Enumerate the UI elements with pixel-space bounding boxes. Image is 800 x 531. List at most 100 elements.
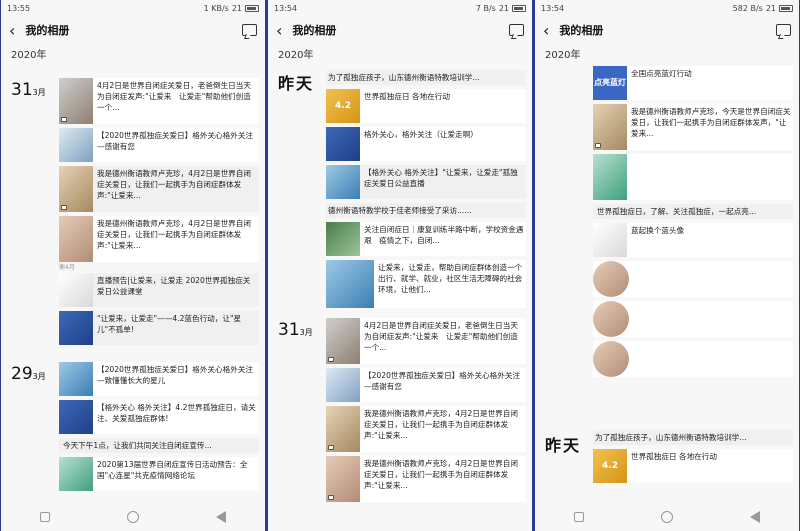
video-icon — [61, 205, 67, 210]
chevron-left-icon[interactable]: ‹ — [9, 21, 15, 40]
photo-thumbnail — [326, 127, 360, 161]
list-item[interactable]: 4月2日是世界自闭症关爱日，老爸倒生日当天为自闭症发声:"让爱来 让爱走"帮助他… — [59, 78, 259, 124]
yesterday-list: 为了孤独症孩子，山东德州衡语特教培训学... 4.2 世界孤独症日 各地在行动 — [593, 430, 793, 487]
list-item[interactable]: 直播预告|让爱来，让爱走 2020世界孤独症关爱日公益课堂 — [59, 273, 259, 307]
page-title: 我的相册 — [25, 24, 70, 37]
list-item[interactable] — [593, 301, 793, 337]
list-item[interactable]: 【格外关心 格外关注】4.2世界孤独症日，请关注、关爱孤独症群体! — [59, 400, 259, 434]
list-item[interactable]: 4.2 世界孤独症日 各地在行动 — [593, 449, 793, 483]
list-item[interactable]: 我是德州衡语教师卢克珍，4月2日是世界自闭症关爱日，让我们一起携手为自闭症群体发… — [326, 456, 526, 502]
app-header: ‹ 我的相册 — [1, 16, 265, 44]
list-item[interactable]: 我是德州衡语教师卢克珍，今天是世界自闭症关爱日，让我们一起携手为自闭症群体发声，… — [593, 104, 793, 150]
list-item[interactable] — [593, 154, 793, 200]
network-speed: 582 B/s — [732, 3, 763, 13]
home-icon[interactable] — [126, 511, 139, 523]
back-icon[interactable] — [216, 511, 227, 523]
battery-level: 21 — [765, 3, 776, 13]
list-item[interactable]: 2020第13届世界自闭症宣传日活动预告：全国"心连星"共克疫情网络论坛 — [59, 457, 259, 491]
list-item[interactable]: 蓝起换个蓝头像 — [593, 223, 793, 257]
video-icon — [595, 143, 601, 148]
status-bar: 13:54 582 B/s 21 — [535, 0, 799, 16]
photo-thumbnail — [59, 128, 93, 162]
photo-thumbnail — [59, 311, 93, 345]
yesterday-list: 为了孤独症孩子，山东德州衡语特教培训学... 4.2 世界孤独症日 各地在行动 格… — [326, 70, 526, 312]
photo-thumbnail — [593, 104, 627, 150]
avatar-photo — [593, 301, 629, 337]
network-speed: 7 B/s — [475, 3, 496, 13]
photo-thumbnail — [326, 368, 360, 402]
battery-icon — [512, 4, 526, 12]
recent-apps-icon[interactable] — [573, 512, 584, 522]
list-item[interactable]: 世界孤独症日，了解、关注孤独症，一起点亮... — [593, 204, 793, 219]
list-item[interactable]: 4月2日是世界自闭症关爱日，老爸倒生日当天为自闭症发声:"让爱来 让爱走"帮助他… — [326, 318, 526, 364]
phone-panel-2: 13:54 7 B/s 21 ‹ 我的相册 2020年 昨天 为了孤独症孩子，山东… — [268, 0, 532, 531]
list-item[interactable]: 点亮蓝灯 全国点亮蓝灯行动 — [593, 66, 793, 100]
list-item[interactable]: 关注自闭症日｜康复训练半路中断，学校资金遇艰 疫情之下，自闭... — [326, 222, 526, 256]
list-item[interactable]: 【2020世界孤独症关爱日】格外关心格外关注—感谢有您 — [59, 128, 259, 162]
page-title: 我的相册 — [292, 24, 337, 37]
day-label-yesterday: 昨天 — [278, 74, 315, 93]
list-item[interactable]: 德州衡语特教学校于佳老师接受了采访...... — [326, 203, 526, 218]
list-item[interactable]: 为了孤独症孩子，山东德州衡语特教培训学... — [326, 70, 526, 85]
page-title: 我的相册 — [559, 24, 604, 37]
year-label: 2020年 — [278, 50, 314, 61]
message-icon[interactable] — [242, 24, 257, 36]
photo-thumbnail — [326, 318, 360, 364]
status-bar: 13:54 7 B/s 21 — [268, 0, 532, 16]
back-icon[interactable] — [750, 511, 761, 523]
network-speed: 1 KB/s — [203, 3, 229, 13]
photo-thumbnail — [326, 406, 360, 452]
day-31-list: 4月2日是世界自闭症关爱日，老爸倒生日当天为自闭症发声:"让爱来 让爱走"帮助他… — [59, 78, 259, 349]
lighting-badge: 点亮蓝灯 — [593, 66, 627, 100]
phone-panel-3: 13:54 582 B/s 21 ‹ 我的相册 2020年 点亮蓝灯 全国点亮蓝灯行… — [535, 0, 799, 531]
item-meta: 衡4月 — [59, 264, 75, 271]
photo-thumbnail — [59, 457, 93, 491]
year-label: 2020年 — [11, 50, 47, 61]
year-label: 2020年 — [545, 50, 581, 61]
chevron-left-icon[interactable]: ‹ — [543, 21, 549, 40]
battery-icon — [779, 4, 793, 12]
battery-icon — [245, 4, 259, 12]
photo-thumbnail — [59, 400, 93, 434]
day-label-31: 313月 — [11, 80, 46, 100]
home-icon[interactable] — [660, 511, 673, 523]
battery-level: 21 — [231, 3, 242, 13]
photo-thumbnail — [326, 260, 374, 308]
photo-thumbnail — [326, 456, 360, 502]
recent-apps-icon[interactable] — [39, 512, 50, 522]
video-icon — [328, 495, 334, 500]
list-item[interactable]: 我是德州衡语教师卢克珍，4月2日是世界自闭症关爱日，让我们一起携手为自闭症群体发… — [59, 216, 259, 262]
list-item[interactable]: 【2020世界孤独症关爱日】格外关心格外关注—致懂懂长大的星儿 — [59, 362, 259, 396]
day-31-list: 4月2日是世界自闭症关爱日，老爸倒生日当天为自闭症发声:"让爱来 让爱走"帮助他… — [326, 318, 526, 506]
status-bar: 13:55 1 KB/s 21 — [1, 0, 265, 16]
list-item[interactable] — [593, 341, 793, 377]
message-icon[interactable] — [776, 24, 791, 36]
photo-thumbnail: 4.2 — [326, 89, 360, 123]
photo-thumbnail — [59, 362, 93, 396]
list-item[interactable]: 格外关心，格外关注（让爱走啊） — [326, 127, 526, 161]
list-item[interactable]: 为了孤独症孩子，山东德州衡语特教培训学... — [593, 430, 793, 445]
list-item[interactable]: 【2020世界孤独症关爱日】格外关心格外关注—感谢有您 — [326, 368, 526, 402]
day-list: 点亮蓝灯 全国点亮蓝灯行动 我是德州衡语教师卢克珍，今天是世界自闭症关爱日，让我们… — [593, 66, 793, 381]
video-icon — [328, 357, 334, 362]
video-icon — [61, 117, 67, 122]
avatar-photo — [593, 261, 629, 297]
list-item[interactable]: 我是德州衡语教师卢克珍，4月2日是世界自闭症关爱日，让我们一起携手为自闭症群体发… — [59, 166, 259, 212]
list-item[interactable]: 4.2 世界孤独症日 各地在行动 — [326, 89, 526, 123]
chevron-left-icon[interactable]: ‹ — [276, 21, 282, 40]
photo-thumbnail — [59, 273, 93, 307]
day-label-yesterday: 昨天 — [545, 436, 582, 455]
list-item[interactable]: 今天下午1点，让我们共同关注自闭症宣传... — [59, 438, 259, 453]
list-item[interactable]: 我是德州衡语教师卢克珍，4月2日是世界自闭症关爱日，让我们一起携手为自闭症群体发… — [326, 406, 526, 452]
battery-level: 21 — [498, 3, 509, 13]
list-item[interactable]: "让爱来，让爱走"——4.2蓝色行动，让"星儿"不孤单! — [59, 311, 259, 345]
photo-thumbnail — [326, 222, 360, 256]
photo-thumbnail — [593, 154, 627, 200]
photo-thumbnail — [59, 78, 93, 124]
list-item[interactable]: 【格外关心 格外关注】"让爱来，让爱走"孤独症关爱日公益直播 — [326, 165, 526, 199]
message-icon[interactable] — [509, 24, 524, 36]
app-header: ‹ 我的相册 — [535, 16, 799, 44]
list-item[interactable]: 让爱来，让爱走，帮助自闭症群体创造一个出行、就学、就业，社区生活无障碍的社会环境… — [326, 260, 526, 308]
list-item[interactable] — [593, 261, 793, 297]
day-label-31: 313月 — [278, 320, 313, 340]
